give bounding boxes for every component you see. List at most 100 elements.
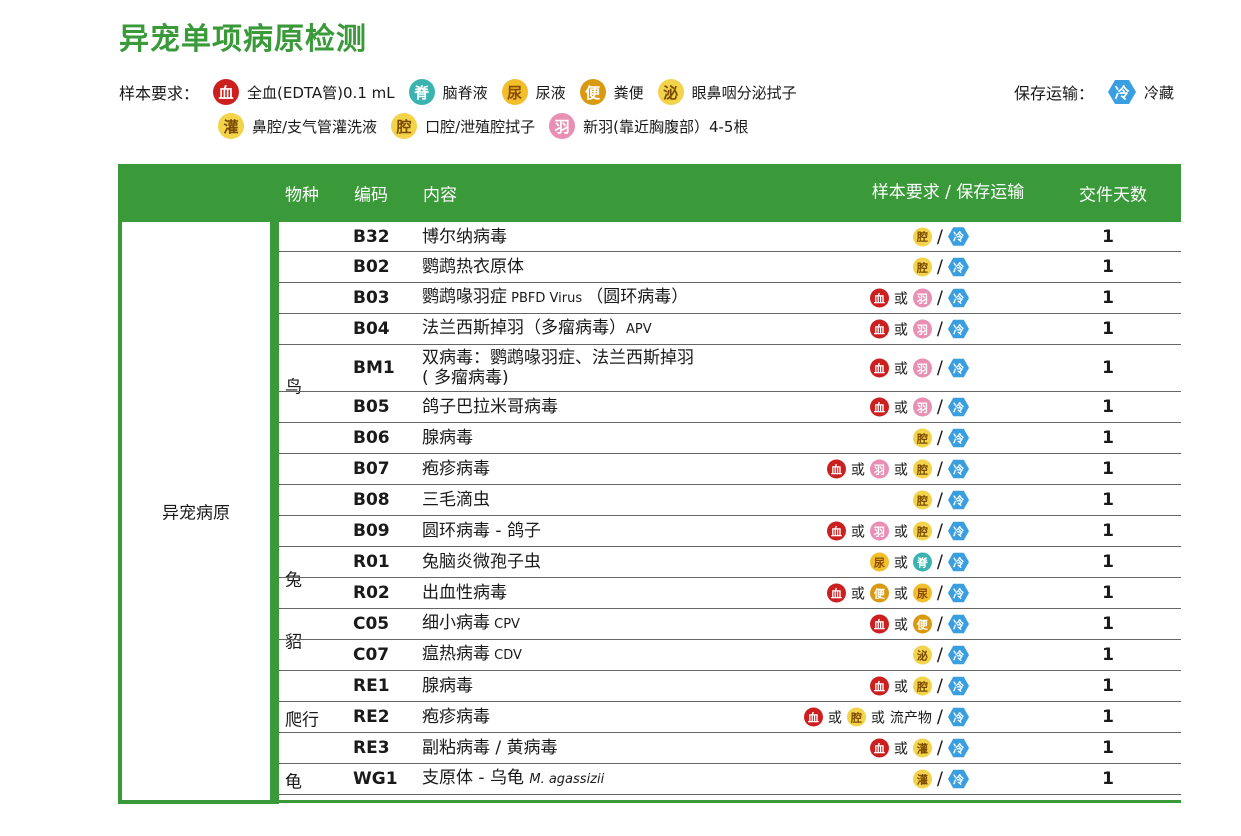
slash-separator: / [936, 551, 943, 573]
feather-icon: 羽 [912, 319, 932, 339]
row-samples: 血或羽 / 冷 [869, 358, 969, 379]
row-samples: 血或羽 / 冷 [869, 397, 969, 418]
row-code: B07 [353, 459, 390, 479]
or-text: 或 [893, 741, 908, 757]
urine-icon: 尿 [869, 552, 889, 572]
row-samples: 腔 / 冷 [912, 257, 969, 278]
row-code: RE1 [353, 676, 390, 696]
table-row: B08 三毛滴虫 腔 / 冷 1 [279, 485, 1181, 516]
row-samples: 血或羽 / 冷 [869, 319, 969, 340]
cold-icon: 冷 [1108, 80, 1137, 104]
req-csf: 脊脑脊液 [408, 79, 488, 105]
table-row: B32 博尔纳病毒 腔 / 冷 1 [279, 222, 1181, 252]
row-days: 1 [1102, 676, 1114, 696]
row-samples: 泌 / 冷 [912, 645, 969, 666]
cold-icon: 冷 [948, 552, 969, 572]
cold-icon: 冷 [948, 490, 969, 510]
row-code: R01 [353, 552, 390, 572]
swab-icon: 泌 [657, 79, 684, 105]
req-swab: 泌眼鼻咽分泌拭子 [657, 79, 797, 105]
cold-icon: 冷 [948, 521, 969, 541]
cavity-icon: 腔 [912, 459, 932, 479]
row-samples: 血或便 / 冷 [869, 614, 969, 635]
table-row: B09 圆环病毒 - 鸽子血或羽或腔 / 冷 1 [279, 516, 1181, 547]
cavity-icon: 腔 [912, 428, 932, 448]
or-text: 或 [893, 586, 908, 602]
row-days: 1 [1102, 738, 1114, 758]
row-code: B08 [353, 490, 390, 510]
urine-icon: 尿 [912, 583, 932, 603]
row-days: 1 [1102, 490, 1114, 510]
row-code: BM1 [353, 358, 395, 378]
sample-text: 流产物 [889, 710, 932, 726]
cold-icon: 冷 [948, 288, 969, 308]
row-samples: 尿或脊 / 冷 [869, 551, 969, 573]
cavity-icon: 腔 [912, 521, 932, 541]
row-days: 1 [1102, 521, 1114, 541]
row-days: 1 [1102, 707, 1114, 727]
blood-icon: 血 [869, 397, 889, 417]
row-content-en: CDV [490, 648, 522, 663]
row-days: 1 [1102, 226, 1114, 247]
row-content-text: 出血性病毒 [422, 583, 507, 603]
or-text: 或 [893, 322, 908, 338]
row-content-text: 法兰西斯掉羽（多瘤病毒） [422, 318, 626, 338]
blood-icon: 血 [826, 583, 846, 603]
row-days: 1 [1102, 257, 1114, 277]
row-content-tail: （圆环病毒） [586, 287, 689, 307]
sample-requirements-row-2: 灌鼻腔/支气管灌洗液 腔口腔/泄殖腔拭子 羽新羽(靠近胸腹部）4-5根 [218, 113, 762, 139]
feces-icon: 便 [869, 583, 889, 603]
header-days: 交件天数 [1079, 185, 1147, 206]
or-text: 或 [893, 400, 908, 416]
or-text: 或 [893, 555, 908, 571]
slash-separator: / [936, 287, 943, 309]
row-content-en: CPV [490, 617, 520, 632]
cold-icon: 冷 [948, 257, 969, 277]
feather-icon: 羽 [912, 397, 932, 417]
row-code: R02 [353, 583, 390, 603]
slash-separator: / [936, 226, 943, 247]
category-label: 异宠病原 [162, 503, 230, 524]
req-feather: 羽新羽(靠近胸腹部）4-5根 [549, 113, 748, 139]
row-content-en: PBFD Virus [507, 291, 587, 306]
or-text: 或 [893, 361, 908, 377]
feather-icon: 羽 [549, 113, 576, 139]
slash-separator: / [936, 675, 943, 697]
slash-separator: / [936, 520, 943, 542]
row-content: 支原体 - 乌龟 M. agassizii [422, 768, 604, 790]
header-code: 编码 [354, 185, 388, 206]
blood-icon: 血 [869, 358, 889, 378]
row-samples: 腔 / 冷 [912, 428, 969, 449]
slash-separator: / [936, 582, 943, 604]
cavity-icon: 腔 [912, 676, 932, 696]
row-samples: 灌 / 冷 [912, 769, 969, 790]
blood-icon: 血 [869, 614, 889, 634]
row-content: 疱疹病毒 [422, 707, 490, 727]
row-content-text: 疱疹病毒 [422, 459, 490, 479]
header-content: 内容 [423, 185, 457, 206]
or-text: 或 [850, 586, 865, 602]
row-content: 细小病毒 CPV [422, 613, 520, 635]
cavity-icon: 腔 [912, 490, 932, 510]
lavage-icon: 灌 [912, 738, 932, 758]
lavage-icon: 灌 [218, 113, 244, 139]
table-row: B02 鹦鹉热衣原体 腔 / 冷 1 [279, 252, 1181, 283]
row-content-text: 疱疹病毒 [422, 707, 490, 727]
row-content-text: 细小病毒 [422, 613, 490, 633]
row-samples: 血或灌 / 冷 [869, 738, 969, 759]
feces-icon: 便 [579, 79, 606, 105]
blood-icon: 血 [213, 79, 240, 105]
table-row: RE1 腺病毒 血或腔 / 冷 1 [279, 671, 1181, 702]
row-content-text: 鹦鹉热衣原体 [422, 257, 524, 277]
row-code: B06 [353, 428, 390, 448]
table-row: C05 细小病毒 CPV 血或便 / 冷 1 [279, 609, 1181, 640]
row-samples: 血或腔 / 冷 [869, 675, 969, 697]
row-days: 1 [1102, 645, 1114, 665]
or-text: 或 [893, 524, 908, 540]
cold-icon: 冷 [948, 738, 969, 758]
blood-icon: 血 [803, 707, 823, 727]
row-content-text: 鸽子巴拉米哥病毒 [422, 397, 558, 417]
cold-icon: 冷 [948, 397, 969, 417]
cold-icon: 冷 [948, 358, 969, 378]
or-text: 或 [893, 679, 908, 695]
